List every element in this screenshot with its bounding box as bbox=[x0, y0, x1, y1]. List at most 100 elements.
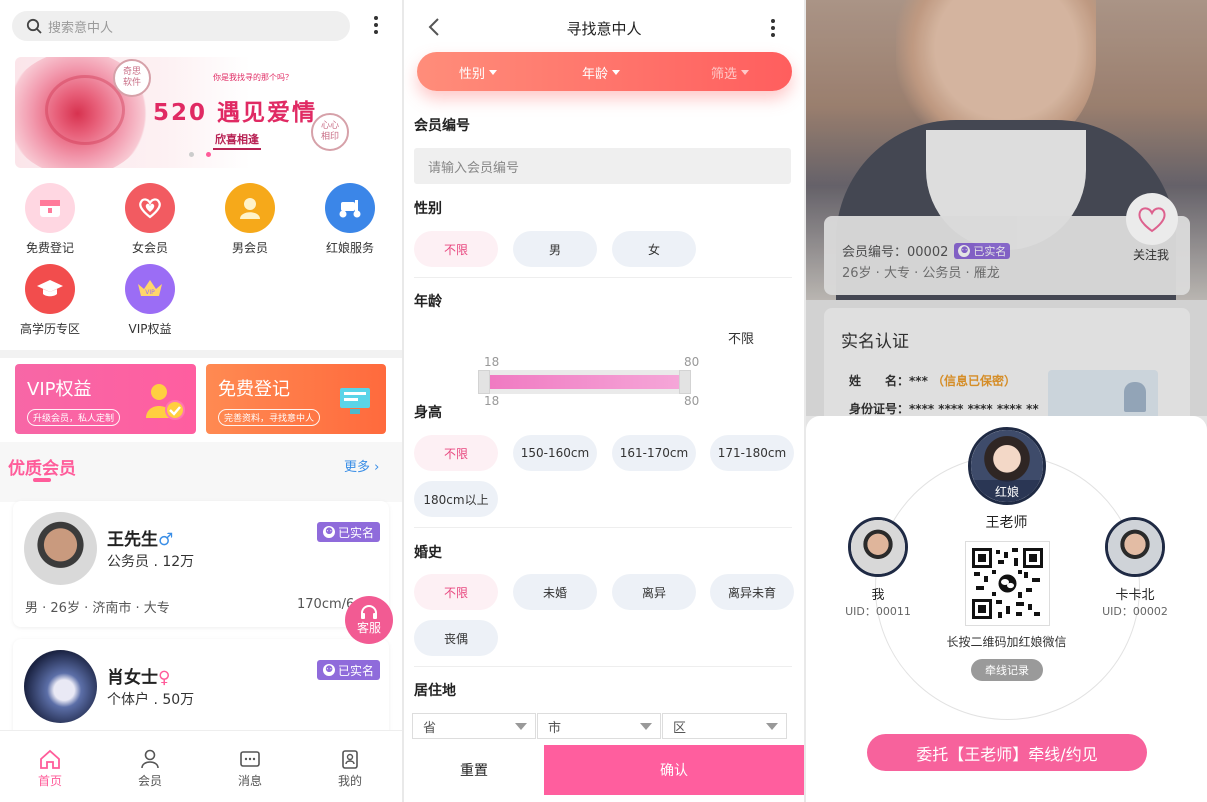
filter-gender[interactable]: 性别 bbox=[459, 63, 497, 82]
register-box-icon bbox=[25, 183, 75, 233]
age-value: 不限 bbox=[728, 332, 755, 347]
vip-crown-icon: VIP bbox=[125, 264, 175, 314]
banner-dot[interactable] bbox=[189, 152, 194, 157]
gender-option[interactable]: 女 bbox=[612, 231, 696, 267]
home-icon bbox=[40, 749, 60, 769]
page-title: 寻找意中人 bbox=[566, 20, 642, 38]
heart-icon bbox=[125, 183, 175, 233]
wechat-qr-code[interactable] bbox=[965, 541, 1050, 626]
female-icon: ♀ bbox=[158, 668, 171, 688]
male-icon: ♂ bbox=[158, 530, 174, 550]
me-avatar[interactable] bbox=[848, 517, 908, 577]
svg-text:VIP: VIP bbox=[145, 289, 155, 296]
reset-button[interactable]: 重置 bbox=[404, 745, 544, 795]
height-option[interactable]: 171-180cm bbox=[710, 435, 794, 471]
quick-item-label: 高学历专区 bbox=[19, 322, 80, 336]
matchmaker-avatar[interactable]: 红娘 bbox=[968, 427, 1046, 505]
age-min-bottom: 18 bbox=[484, 394, 500, 408]
tab-home[interactable]: 首页 bbox=[0, 731, 100, 802]
home-panel: 搜索意中人 奇思 软件 你是我找寻的那个吗？ 520 遇见爱情 欣喜相逢 心心 相印… bbox=[0, 0, 402, 802]
quick-item-label: 红娘服务 bbox=[325, 241, 374, 255]
customer-service-button[interactable]: 客服 bbox=[345, 596, 393, 644]
banner-tagline: 欣喜相逢 bbox=[213, 131, 261, 150]
me-uid: UID：00011 bbox=[845, 605, 911, 618]
quick-item[interactable]: 红娘服务 bbox=[300, 183, 400, 256]
confirm-button[interactable]: 确认 bbox=[544, 745, 804, 795]
quick-item[interactable]: VIP VIP权益 bbox=[100, 264, 200, 337]
age-max-top: 80 bbox=[684, 355, 700, 369]
person-icon bbox=[141, 749, 159, 769]
headset-icon bbox=[361, 604, 377, 619]
age-slider-track[interactable] bbox=[478, 370, 691, 394]
entrust-button[interactable]: 委托【王老师】牵线/约见 bbox=[867, 734, 1147, 771]
member-name: 王先生 bbox=[107, 530, 158, 550]
vip-card[interactable]: VIP权益 升级会员，私人定制 bbox=[15, 364, 196, 434]
gender-option[interactable]: 不限 bbox=[414, 231, 498, 267]
marriage-label: 婚史 bbox=[414, 545, 442, 561]
tab-messages[interactable]: 消息 bbox=[200, 731, 300, 802]
marriage-option[interactable]: 离异未育 bbox=[710, 574, 794, 610]
banner[interactable]: 奇思 软件 你是我找寻的那个吗？ 520 遇见爱情 欣喜相逢 心心 相印 bbox=[15, 57, 351, 168]
me-name: 我 bbox=[871, 588, 885, 603]
member-no-input[interactable]: 请输入会员编号 bbox=[414, 148, 791, 184]
scooter-icon bbox=[325, 183, 375, 233]
verified-badge: ⚉ 已实名 bbox=[317, 660, 381, 680]
quick-item-label: 免费登记 bbox=[25, 241, 74, 255]
quick-item-label: 女会员 bbox=[131, 241, 168, 255]
qr-code-icon bbox=[972, 548, 1043, 619]
height-option[interactable]: 不限 bbox=[414, 435, 498, 471]
banner-dot-active[interactable] bbox=[206, 152, 211, 157]
qr-caption: 长按二维码加红娘微信 bbox=[946, 635, 1067, 649]
district-select[interactable]: 区 bbox=[662, 713, 787, 739]
divider bbox=[0, 350, 402, 358]
search-icon bbox=[26, 18, 42, 34]
search-bar[interactable]: 搜索意中人 bbox=[12, 11, 350, 41]
divider bbox=[414, 666, 792, 667]
marriage-option[interactable]: 离异 bbox=[612, 574, 696, 610]
height-option[interactable]: 161-170cm bbox=[612, 435, 696, 471]
section-underline bbox=[33, 478, 51, 482]
marriage-option[interactable]: 丧偶 bbox=[414, 620, 498, 656]
height-option[interactable]: 150-160cm bbox=[513, 435, 597, 471]
verified-icon: ⚉ bbox=[323, 664, 335, 676]
more-menu-icon[interactable] bbox=[373, 13, 379, 37]
tab-mine[interactable]: 我的 bbox=[300, 731, 400, 802]
record-button[interactable]: 牵线记录 bbox=[971, 659, 1043, 681]
member-card[interactable]: 王先生♂ 公务员 . 12万 ⚉ 已实名 男 · 26岁 · 济南市 · 大专 1… bbox=[13, 501, 389, 627]
age-slider-min-handle[interactable] bbox=[478, 370, 490, 394]
tab-bar: 首页 会员 消息 我的 bbox=[0, 730, 402, 802]
marriage-option[interactable]: 未婚 bbox=[513, 574, 597, 610]
filter-bar: 性别 年龄 筛选 bbox=[417, 52, 792, 91]
verified-icon: ⚉ bbox=[323, 526, 335, 538]
gender-option[interactable]: 男 bbox=[513, 231, 597, 267]
province-select[interactable]: 省 bbox=[412, 713, 536, 739]
city-select[interactable]: 市 bbox=[537, 713, 661, 739]
quick-item[interactable]: 男会员 bbox=[200, 183, 300, 256]
filter-more[interactable]: 筛选 bbox=[711, 63, 749, 82]
age-slider-fill bbox=[490, 375, 679, 389]
matchmaker-tag: 红娘 bbox=[971, 480, 1043, 502]
more-menu-icon[interactable] bbox=[770, 16, 776, 40]
register-card[interactable]: 免费登记 完善资料，寻找意中人 bbox=[206, 364, 386, 434]
residence-label: 居住地 bbox=[414, 683, 456, 699]
quick-item[interactable]: 女会员 bbox=[100, 183, 200, 256]
verified-badge: ⚉ 已实名 bbox=[317, 522, 381, 542]
target-avatar[interactable] bbox=[1105, 517, 1165, 577]
marriage-option[interactable]: 不限 bbox=[414, 574, 498, 610]
member-avatar bbox=[24, 512, 97, 585]
target-name: 卡卡北 bbox=[1115, 588, 1155, 603]
profile-panel: 会员编号：00002 ⚉ 已实名 26岁 · 大专 · 公务员 · 雁龙 关注我 … bbox=[806, 0, 1207, 802]
filter-age[interactable]: 年龄 bbox=[582, 63, 620, 82]
height-option[interactable]: 180cm以上 bbox=[414, 481, 498, 517]
banner-headline: 520 遇见爱情 bbox=[153, 100, 318, 126]
banner-seal-right: 心心 相印 bbox=[311, 113, 349, 151]
quick-item[interactable]: 免费登记 bbox=[0, 183, 100, 256]
member-job-income: 公务员 . 12万 bbox=[107, 554, 195, 570]
more-link[interactable]: 更多 › bbox=[344, 456, 379, 475]
gender-label: 性别 bbox=[414, 201, 442, 217]
target-portrait bbox=[1108, 520, 1162, 574]
tab-members[interactable]: 会员 bbox=[100, 731, 200, 802]
age-slider-max-handle[interactable] bbox=[679, 370, 691, 394]
member-job-income: 个体户 . 50万 bbox=[107, 692, 195, 708]
quick-item[interactable]: 高学历专区 bbox=[0, 264, 100, 337]
